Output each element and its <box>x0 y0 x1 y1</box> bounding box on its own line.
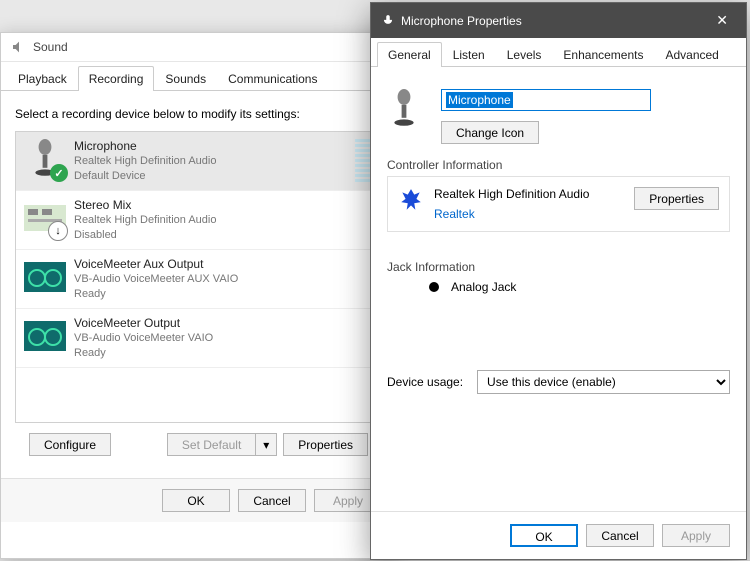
device-status: Ready <box>74 287 373 302</box>
device-voicemeeter-output[interactable]: VoiceMeeter OutputVB-Audio VoiceMeeter V… <box>16 309 381 368</box>
jack-type: Analog Jack <box>451 280 516 294</box>
device-usage-select[interactable]: Use this device (enable) <box>477 370 730 394</box>
device-usage-label: Device usage: <box>387 375 463 389</box>
device-sub: Realtek High Definition Audio <box>74 213 373 228</box>
sound-tab-communications[interactable]: Communications <box>217 66 328 91</box>
device-stereo-mix[interactable]: Stereo MixRealtek High Definition AudioD… <box>16 191 381 250</box>
realtek-icon <box>398 187 424 213</box>
device-voicemeeter-aux-output[interactable]: VoiceMeeter Aux OutputVB-Audio VoiceMeet… <box>16 250 381 309</box>
prop-tab-levels[interactable]: Levels <box>496 42 553 67</box>
prop-apply-button[interactable]: Apply <box>662 524 730 547</box>
device-large-icon <box>387 89 421 129</box>
controller-vendor-link[interactable]: Realtek <box>434 207 624 221</box>
prop-ok-button[interactable]: OK <box>510 524 578 547</box>
sound-tab-sounds[interactable]: Sounds <box>154 66 217 91</box>
device-name: Stereo Mix <box>74 197 373 213</box>
device-name: Microphone <box>74 138 355 154</box>
device-name: VoiceMeeter Output <box>74 315 373 331</box>
jack-color-icon <box>429 282 439 292</box>
sound-tab-playback[interactable]: Playback <box>7 66 78 91</box>
prop-tab-enhancements[interactable]: Enhancements <box>552 42 654 67</box>
sound-title-text: Sound <box>33 40 68 54</box>
properties-button[interactable]: Properties <box>283 433 368 456</box>
prop-cancel-button[interactable]: Cancel <box>586 524 654 547</box>
controller-info-label: Controller Information <box>387 158 730 172</box>
change-icon-button[interactable]: Change Icon <box>441 121 539 144</box>
jack-row: Analog Jack <box>387 274 730 300</box>
sound-dialog-buttons: OK Cancel Apply <box>1 478 396 522</box>
properties-tabs: GeneralListenLevelsEnhancementsAdvanced <box>371 42 746 67</box>
device-sub: VB-Audio VoiceMeeter AUX VAIO <box>74 272 373 287</box>
sound-ok-button[interactable]: OK <box>162 489 230 512</box>
set-default-caret-icon[interactable]: ▾ <box>256 433 277 456</box>
controller-properties-button[interactable]: Properties <box>634 187 719 210</box>
device-name-input[interactable]: Microphone <box>441 89 651 111</box>
jack-info-label: Jack Information <box>387 260 730 274</box>
prop-tab-listen[interactable]: Listen <box>442 42 496 67</box>
prop-tab-general[interactable]: General <box>377 42 442 67</box>
sound-cancel-button[interactable]: Cancel <box>238 489 306 512</box>
sound-tabs: PlaybackRecordingSoundsCommunications <box>1 66 396 91</box>
configure-button[interactable]: Configure <box>29 433 111 456</box>
device-sub: Realtek High Definition Audio <box>74 154 355 169</box>
device-status: Ready <box>74 346 373 361</box>
sound-instruction: Select a recording device below to modif… <box>15 107 382 121</box>
sound-tab-recording[interactable]: Recording <box>78 66 155 91</box>
sound-window: Sound PlaybackRecordingSoundsCommunicati… <box>0 32 397 559</box>
close-icon[interactable]: ✕ <box>708 10 736 31</box>
properties-window: Microphone Properties ✕ GeneralListenLev… <box>370 2 747 560</box>
disabled-badge-icon <box>48 221 68 241</box>
device-name: VoiceMeeter Aux Output <box>74 256 373 272</box>
device-sub: VB-Audio VoiceMeeter VAIO <box>74 331 373 346</box>
device-microphone[interactable]: MicrophoneRealtek High Definition AudioD… <box>16 132 381 191</box>
device-icon <box>24 138 66 180</box>
properties-titlebar[interactable]: Microphone Properties ✕ <box>371 3 746 38</box>
default-badge-icon <box>50 164 68 182</box>
sound-titlebar: Sound <box>1 33 396 62</box>
set-default-button[interactable]: Set Default ▾ <box>167 433 277 456</box>
device-icon <box>24 315 66 357</box>
device-icon <box>24 256 66 298</box>
controller-name: Realtek High Definition Audio <box>434 187 624 201</box>
controller-info-box: Realtek High Definition Audio Realtek Pr… <box>387 176 730 232</box>
device-list[interactable]: MicrophoneRealtek High Definition AudioD… <box>15 131 382 423</box>
mic-icon <box>381 14 395 28</box>
properties-title-text: Microphone Properties <box>401 14 708 28</box>
device-status: Disabled <box>74 228 373 243</box>
speaker-icon <box>11 39 27 55</box>
device-status: Default Device <box>74 169 355 184</box>
properties-dialog-buttons: OK Cancel Apply <box>371 511 746 559</box>
prop-tab-advanced[interactable]: Advanced <box>654 42 729 67</box>
device-icon <box>24 197 66 239</box>
